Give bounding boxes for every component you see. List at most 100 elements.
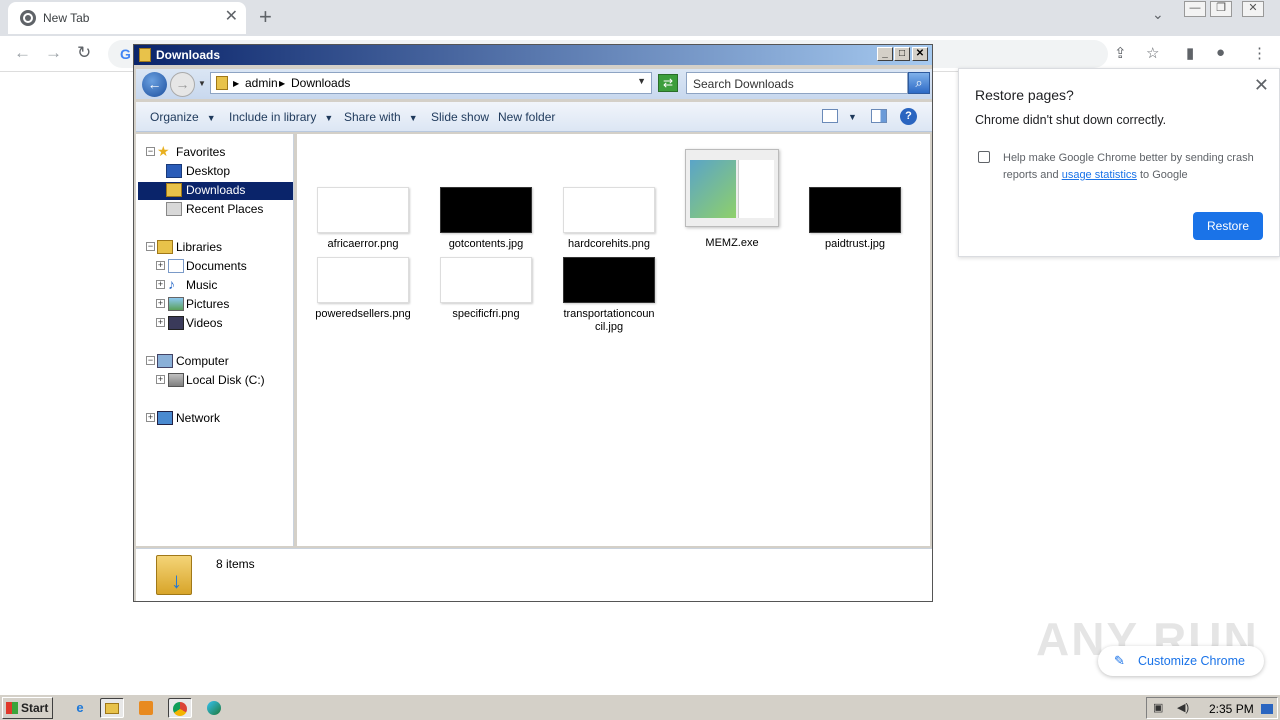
chevron-icon[interactable]: ▶ bbox=[233, 79, 239, 88]
back-icon[interactable]: ← bbox=[14, 43, 31, 63]
volume-icon[interactable]: ◀) bbox=[1177, 701, 1193, 715]
file-item[interactable]: poweredsellers.png bbox=[308, 257, 418, 321]
explorer-icon[interactable] bbox=[100, 698, 124, 718]
collapse-icon[interactable]: − bbox=[146, 356, 155, 365]
ie-icon[interactable]: e bbox=[68, 698, 92, 718]
breadcrumb-downloads[interactable]: Downloads bbox=[291, 76, 350, 90]
preview-pane-icon[interactable] bbox=[871, 109, 887, 123]
file-item[interactable]: transportationcouncil.jpg bbox=[554, 257, 664, 334]
nav-item-documents[interactable]: + Documents bbox=[156, 258, 286, 276]
expand-icon[interactable]: + bbox=[156, 299, 165, 308]
recent-places-icon bbox=[166, 202, 182, 216]
collapse-icon[interactable]: − bbox=[146, 147, 155, 156]
document-preview bbox=[738, 160, 774, 218]
nav-item-music[interactable]: + ♪ Music bbox=[156, 276, 286, 295]
share-icon[interactable]: ⇪ bbox=[1114, 44, 1127, 62]
nav-item-label: Desktop bbox=[186, 164, 231, 178]
nav-item-label: Pictures bbox=[186, 297, 230, 311]
file-item[interactable]: specificfri.png bbox=[431, 257, 541, 321]
address-field[interactable]: ▶ admin ▶ Downloads ▼ bbox=[210, 72, 652, 94]
network-tray-icon[interactable]: ▣ bbox=[1153, 701, 1169, 715]
tab-new-tab[interactable]: New Tab ✕ bbox=[8, 2, 246, 34]
restore-pages-dialog: Restore pages? Chrome didn't shut down c… bbox=[958, 68, 1280, 257]
nav-item-libraries[interactable]: − Libraries bbox=[146, 239, 286, 257]
back-button[interactable]: ← bbox=[142, 72, 167, 97]
tab-strip: New Tab ✕ + ⌄ — ❐ ✕ bbox=[0, 0, 1280, 36]
side-panel-icon[interactable]: ▮ bbox=[1186, 44, 1194, 62]
new-folder-button[interactable]: New folder bbox=[498, 110, 555, 124]
edge-icon[interactable] bbox=[202, 698, 226, 718]
expand-icon[interactable]: + bbox=[156, 261, 165, 270]
minimize-button[interactable]: — bbox=[1184, 1, 1206, 17]
slide-show-button[interactable]: Slide show bbox=[431, 110, 489, 124]
downloads-folder-icon bbox=[216, 76, 228, 90]
file-list: africaerror.png gotcontents.jpg hardcore… bbox=[297, 134, 930, 546]
nav-item-videos[interactable]: + Videos bbox=[156, 315, 286, 333]
refresh-button[interactable]: ⇄ bbox=[658, 74, 678, 92]
media-player-icon[interactable] bbox=[134, 698, 158, 718]
usage-statistics-link[interactable]: usage statistics bbox=[1062, 169, 1137, 181]
recent-pages-dropdown-icon[interactable]: ▼ bbox=[198, 79, 206, 88]
view-dropdown-icon[interactable]: ▼ bbox=[848, 112, 857, 122]
image-thumbnail bbox=[563, 187, 655, 233]
explorer-close-button[interactable]: ✕ bbox=[912, 47, 928, 61]
nav-item-favorites[interactable]: − ★ Favorites bbox=[146, 143, 286, 162]
nav-item-desktop[interactable]: Desktop bbox=[166, 163, 276, 181]
explorer-maximize-button[interactable]: □ bbox=[894, 47, 910, 61]
chevron-down-icon: ▼ bbox=[206, 113, 216, 123]
include-in-library-label: Include in library bbox=[229, 110, 317, 124]
menu-icon[interactable]: ⋮ bbox=[1252, 44, 1267, 62]
chrome-icon[interactable] bbox=[168, 698, 192, 718]
file-item[interactable]: gotcontents.jpg bbox=[431, 187, 541, 251]
new-tab-button[interactable]: + bbox=[259, 4, 272, 30]
nav-item-downloads[interactable]: Downloads bbox=[138, 182, 293, 200]
help-icon[interactable]: ? bbox=[900, 108, 917, 125]
explorer-minimize-button[interactable]: _ bbox=[877, 47, 893, 61]
change-view-icon[interactable] bbox=[822, 109, 838, 123]
computer-icon bbox=[157, 354, 173, 368]
file-name: poweredsellers.png bbox=[315, 308, 411, 320]
collapse-icon[interactable]: − bbox=[146, 242, 155, 251]
explorer-title-bar[interactable]: Downloads _ □ ✕ bbox=[134, 45, 932, 65]
nav-item-network[interactable]: + Network bbox=[146, 410, 286, 428]
nav-item-computer[interactable]: − Computer bbox=[146, 353, 286, 371]
image-thumbnail bbox=[317, 187, 409, 233]
forward-button[interactable]: → bbox=[170, 72, 195, 97]
show-desktop-icon[interactable] bbox=[1261, 704, 1273, 714]
expand-icon[interactable]: + bbox=[156, 318, 165, 327]
nav-item-pictures[interactable]: + Pictures bbox=[156, 296, 286, 314]
expand-icon[interactable]: + bbox=[156, 280, 165, 289]
restore-button[interactable]: ❐ bbox=[1210, 1, 1232, 17]
expand-icon[interactable]: + bbox=[146, 413, 155, 422]
close-icon[interactable]: ✕ bbox=[1254, 75, 1269, 96]
image-thumbnail bbox=[440, 257, 532, 303]
forward-icon[interactable]: → bbox=[45, 43, 62, 63]
profile-icon[interactable]: ● bbox=[1216, 44, 1225, 61]
expand-icon[interactable]: + bbox=[156, 375, 165, 384]
nav-item-recent-places[interactable]: Recent Places bbox=[166, 201, 286, 219]
address-dropdown-icon[interactable]: ▼ bbox=[637, 76, 646, 86]
tab-search-icon[interactable]: ⌄ bbox=[1152, 6, 1164, 23]
close-window-button[interactable]: ✕ bbox=[1242, 1, 1264, 17]
nav-item-local-disk[interactable]: + Local Disk (C:) bbox=[156, 372, 286, 390]
star-icon[interactable]: ☆ bbox=[1146, 44, 1159, 62]
reload-icon[interactable]: ↻ bbox=[77, 43, 91, 63]
tab-close-icon[interactable]: ✕ bbox=[225, 8, 238, 26]
file-item[interactable]: hardcorehits.png bbox=[554, 187, 664, 251]
start-button[interactable]: Start bbox=[2, 697, 53, 719]
file-item[interactable]: africaerror.png bbox=[308, 187, 418, 251]
network-icon bbox=[157, 411, 173, 425]
restore-button[interactable]: Restore bbox=[1193, 212, 1263, 240]
clock[interactable]: 2:35 PM bbox=[1209, 702, 1254, 716]
search-icon[interactable]: ⌕ bbox=[908, 72, 930, 94]
crash-report-checkbox[interactable] bbox=[978, 151, 990, 163]
organize-button[interactable]: Organize ▼ bbox=[150, 110, 216, 124]
file-item[interactable]: paidtrust.jpg bbox=[800, 187, 910, 251]
include-in-library-button[interactable]: Include in library ▼ bbox=[229, 110, 333, 124]
chevron-icon[interactable]: ▶ bbox=[279, 79, 285, 88]
file-item[interactable]: MEMZ.exe bbox=[677, 149, 787, 250]
breadcrumb-admin[interactable]: admin bbox=[245, 76, 278, 90]
customize-chrome-button[interactable]: ✎ Customize Chrome bbox=[1098, 646, 1264, 676]
share-with-button[interactable]: Share with ▼ bbox=[344, 110, 418, 124]
search-input[interactable]: Search Downloads bbox=[686, 72, 908, 94]
